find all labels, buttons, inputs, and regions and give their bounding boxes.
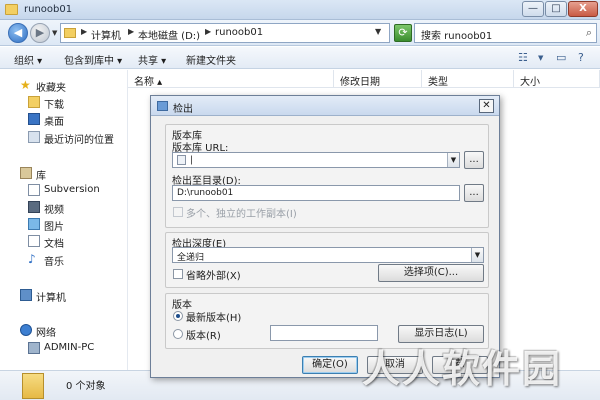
picture-icon — [28, 218, 40, 230]
breadcrumb-folder[interactable]: runoob01 — [215, 27, 263, 38]
dialog-close-button[interactable]: ✕ — [479, 99, 494, 113]
revision-label: 版本(R) — [186, 331, 221, 342]
chevron-down-icon[interactable]: ▼ — [375, 27, 381, 36]
breadcrumb-computer[interactable]: 计算机 — [91, 27, 121, 42]
chevron-right-icon[interactable]: ▶ — [205, 27, 211, 36]
new-folder-button[interactable]: 新建文件夹 — [186, 52, 236, 67]
close-button[interactable]: X — [568, 1, 598, 17]
head-revision-radio[interactable] — [173, 311, 183, 321]
url-icon — [177, 155, 186, 165]
omit-externals-checkbox[interactable] — [173, 269, 183, 279]
chevron-down-icon[interactable]: ▼ — [447, 153, 459, 167]
folder-icon — [5, 4, 18, 15]
ok-button[interactable]: 确定(O) — [302, 356, 358, 374]
head-revision-label: 最新版本(H) — [186, 313, 242, 324]
search-icon: ⌕ — [585, 26, 592, 39]
share-button[interactable]: 共享 ▾ — [138, 52, 166, 67]
repo-url-combobox[interactable]: | ▼ — [172, 152, 460, 168]
watermark-logo: 人人软件园 — [362, 347, 563, 391]
include-library-button[interactable]: 包含到库中 ▾ — [64, 52, 122, 67]
forward-button[interactable]: ▶ — [30, 23, 50, 43]
breadcrumb-drive[interactable]: 本地磁盘 (D:) — [138, 27, 200, 42]
search-placeholder: 搜索 runoob01 — [421, 31, 493, 42]
navigation-pane: ★ 收藏夹 下载 桌面 最近访问的位置 库 Subversion 视频 图片 文档… — [0, 70, 128, 370]
network-icon — [20, 324, 32, 336]
depth-select[interactable]: 全递归 ▼ — [172, 247, 484, 263]
address-row: ◀ ▶ ▼ ▶ 计算机 ▶ 本地磁盘 (D:) ▶ runoob01 ▼ ⟳ 搜… — [0, 20, 600, 46]
column-name[interactable]: 名称 ▴ — [128, 70, 334, 88]
desktop-icon — [28, 113, 40, 125]
view-icon[interactable]: ☷ — [518, 51, 528, 64]
minimize-button[interactable]: — — [522, 1, 544, 17]
dialog-title-bar: 检出 ✕ — [151, 96, 499, 116]
checkout-dir-input[interactable]: D:\runoob01 — [172, 185, 460, 201]
video-icon — [28, 201, 40, 213]
chevron-down-icon[interactable]: ▼ — [471, 248, 483, 262]
options-button[interactable]: 选择项(C)... — [378, 264, 484, 282]
checkout-dialog: 检出 ✕ 版本库 版本库 URL: | ▼ ... 检出至目录(D): D:\r… — [150, 95, 500, 378]
recent-places-icon — [28, 131, 40, 143]
search-input[interactable]: 搜索 runoob01 ⌕ — [414, 23, 597, 43]
repository-group: 版本库 版本库 URL: | ▼ ... 检出至目录(D): D:\runoob… — [165, 124, 489, 228]
computer-icon — [20, 289, 32, 301]
folder-icon — [22, 373, 44, 399]
column-type[interactable]: 类型 — [422, 70, 514, 88]
browse-dir-button[interactable]: ... — [464, 184, 484, 202]
organize-button[interactable]: 组织 ▾ — [14, 52, 42, 67]
computer-icon — [28, 342, 40, 354]
folder-icon — [64, 28, 76, 38]
document-icon — [28, 184, 40, 196]
column-size[interactable]: 大小 — [514, 70, 600, 88]
multi-checkbox[interactable] — [173, 207, 183, 217]
chevron-right-icon[interactable]: ▶ — [128, 27, 134, 36]
library-icon — [20, 167, 32, 179]
column-header: 名称 ▴ 修改日期 类型 大小 — [128, 70, 600, 88]
item-count: 0 个对象 — [66, 381, 106, 392]
revision-radio[interactable] — [173, 329, 183, 339]
address-input[interactable]: ▶ 计算机 ▶ 本地磁盘 (D:) ▶ runoob01 ▼ — [60, 23, 390, 43]
command-toolbar: 组织 ▾ 包含到库中 ▾ 共享 ▾ 新建文件夹 ☷ ▼ ▭ ? — [0, 47, 600, 69]
refresh-icon[interactable]: ⟳ — [394, 24, 412, 42]
checkout-depth-group: 检出深度(E) 全递归 ▼ 省略外部(X) 选择项(C)... — [165, 232, 489, 288]
dialog-title: 检出 — [173, 104, 193, 115]
help-icon[interactable]: ? — [578, 51, 584, 64]
multi-label: 多个、独立的工作副本(I) — [186, 209, 297, 220]
document-icon — [28, 235, 40, 247]
browse-repo-button[interactable]: ... — [464, 151, 484, 169]
folder-icon — [28, 96, 40, 108]
window-title: runoob01 — [24, 4, 73, 15]
tortoise-icon — [157, 101, 168, 111]
music-icon: ♪ — [28, 252, 36, 266]
chevron-down-icon[interactable]: ▼ — [538, 54, 543, 62]
history-dropdown-icon[interactable]: ▼ — [52, 29, 57, 37]
omit-externals-label: 省略外部(X) — [186, 271, 241, 282]
title-bar: runoob01 — □ X — [0, 0, 600, 20]
preview-pane-icon[interactable]: ▭ — [556, 51, 566, 64]
column-modified[interactable]: 修改日期 — [334, 70, 422, 88]
chevron-right-icon[interactable]: ▶ — [81, 27, 87, 36]
maximize-button[interactable]: □ — [545, 1, 567, 17]
back-button[interactable]: ◀ — [8, 23, 28, 43]
star-icon: ★ — [20, 78, 31, 92]
